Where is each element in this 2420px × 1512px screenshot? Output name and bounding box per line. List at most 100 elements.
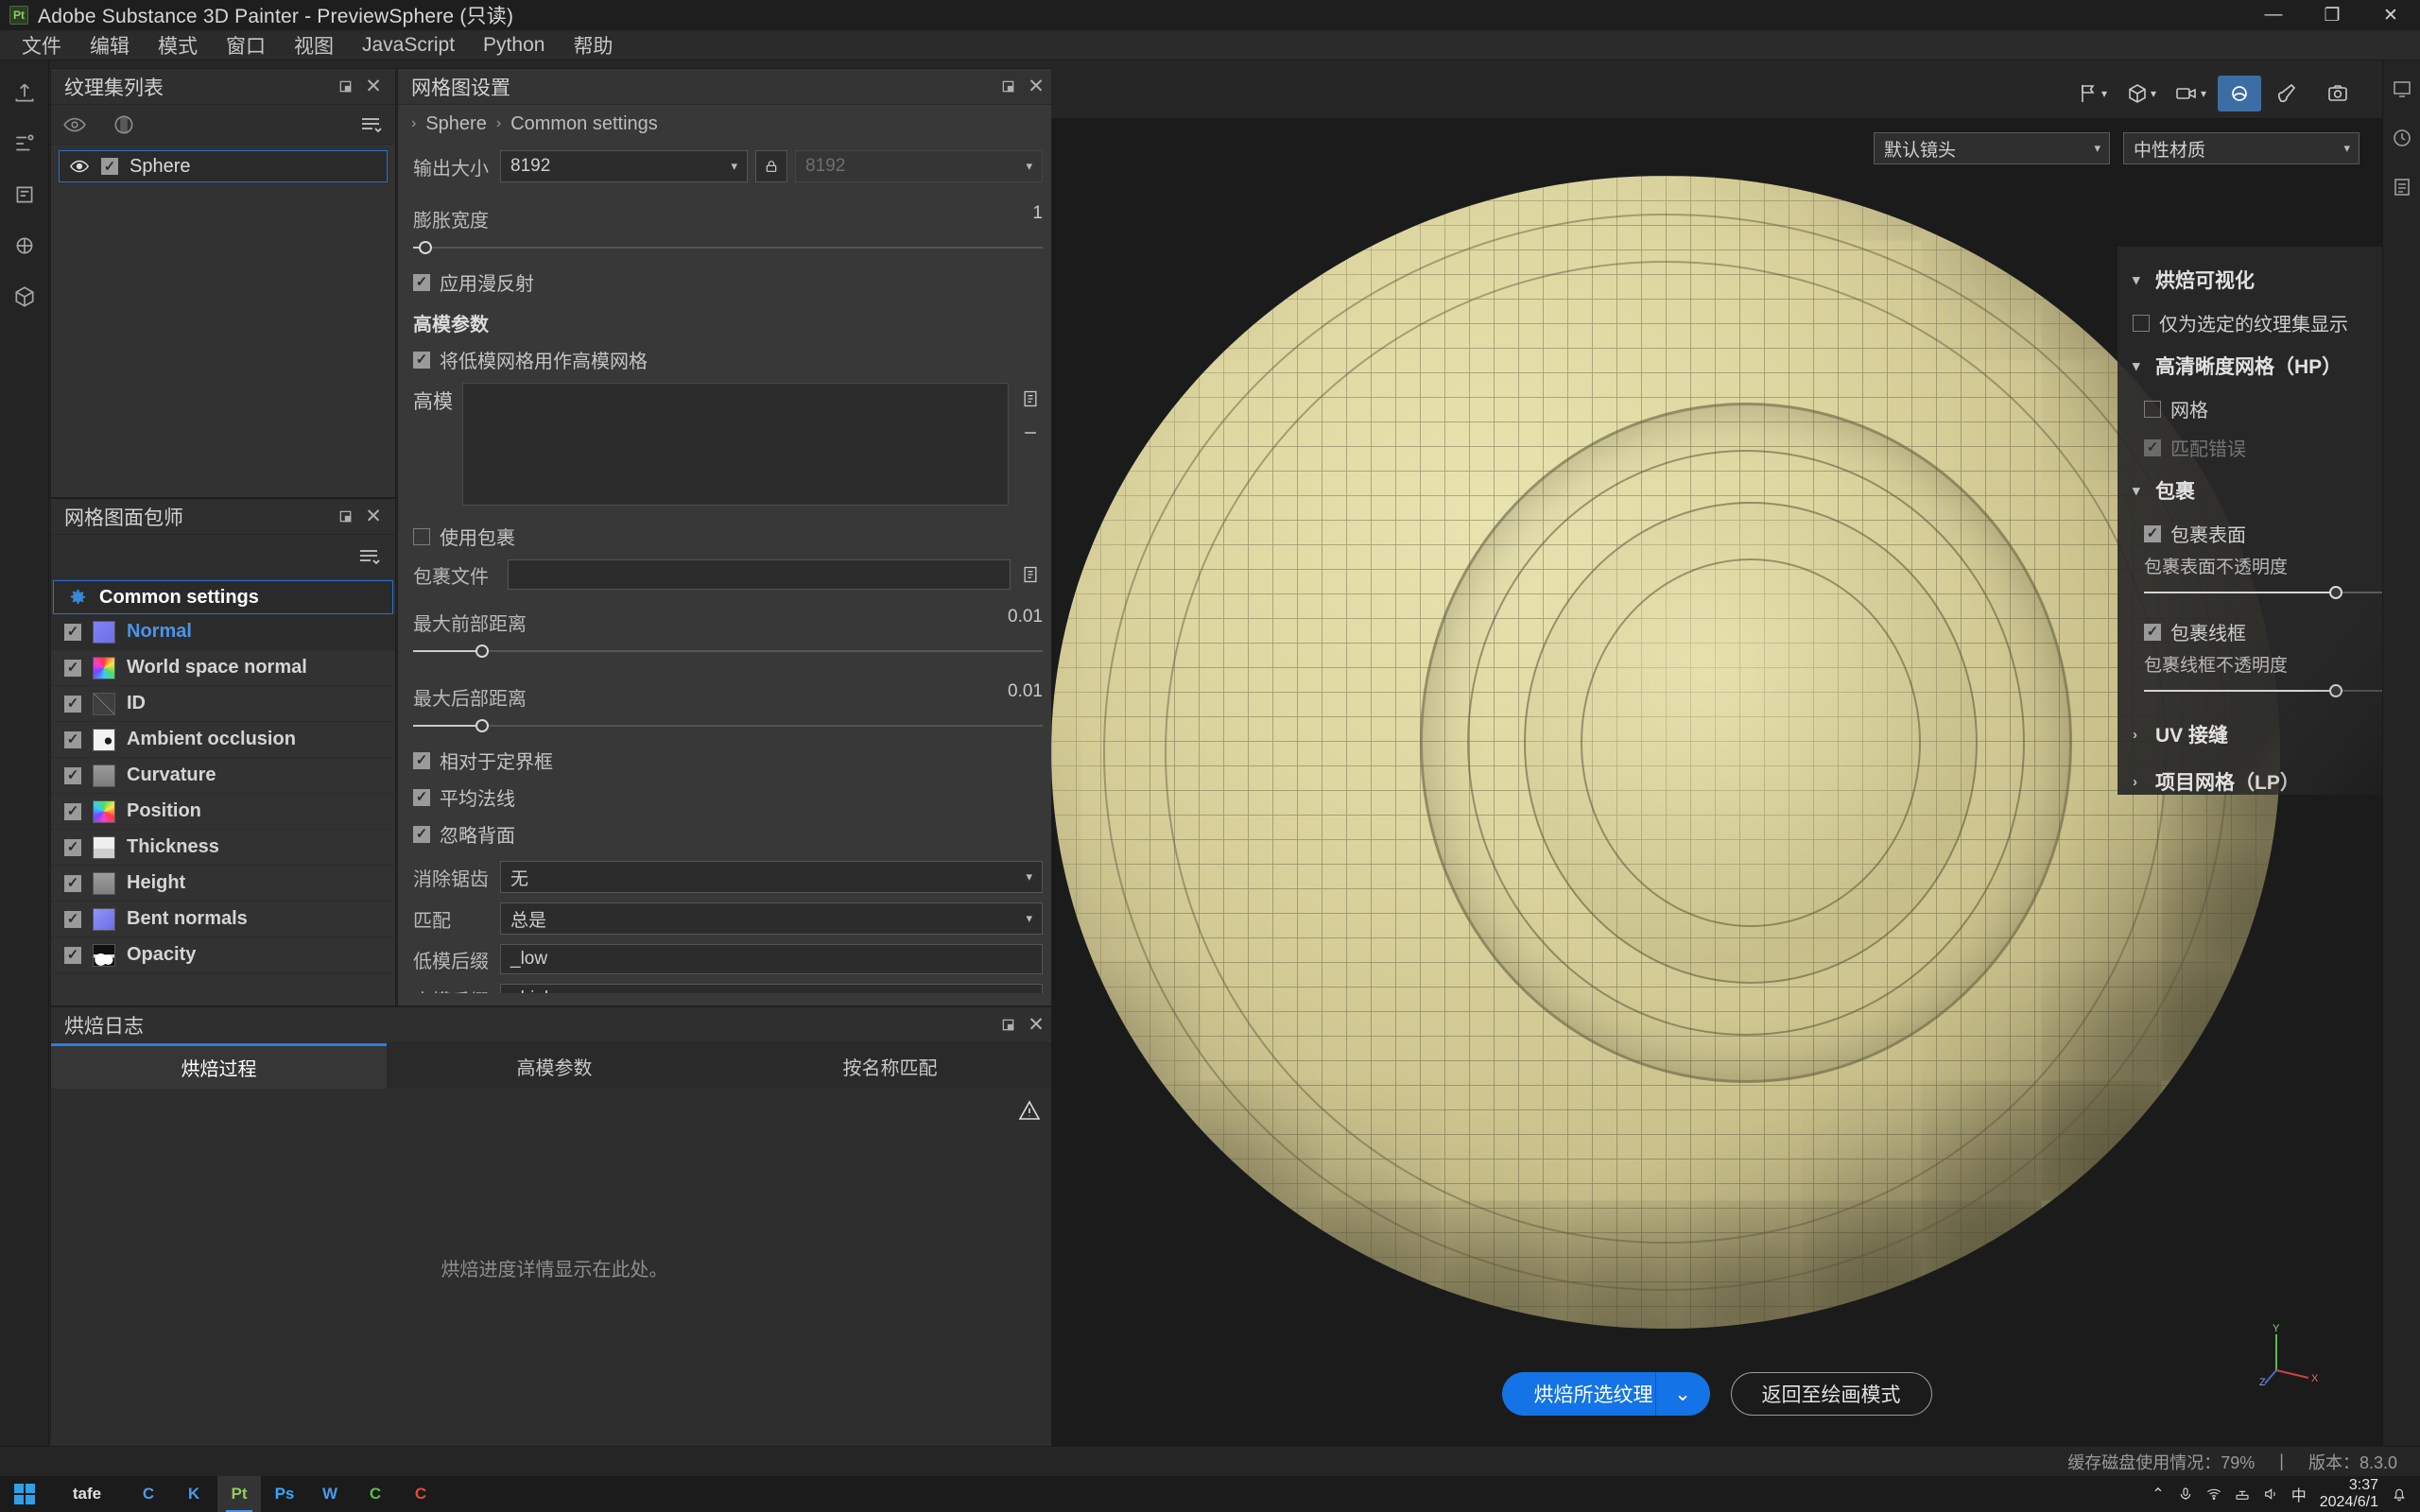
slider-knob[interactable] <box>2329 586 2342 599</box>
mesh-map-settings-close-button[interactable]: ✕ <box>1022 73 1050 101</box>
match-select[interactable]: 总是 ▾ <box>500 902 1043 935</box>
texture-set-list-close-button[interactable]: ✕ <box>359 73 388 101</box>
maximize-button[interactable]: ❐ <box>2303 0 2361 30</box>
baker-item-common-settings[interactable]: Common settings <box>53 580 393 614</box>
ignore-backface-row[interactable]: 忽略背面 <box>413 820 1043 848</box>
list-options-icon[interactable] <box>357 546 382 567</box>
baker-item-checkbox[interactable] <box>64 874 81 892</box>
bake-selected-textures-button[interactable]: 烘焙所选纹理 <box>1501 1372 1676 1416</box>
use-low-as-high-row[interactable]: 将低模网格用作高模网格 <box>413 346 1043 373</box>
menu-python[interactable]: Python <box>469 30 559 60</box>
cube-icon[interactable]: ▾ <box>2119 76 2163 112</box>
cage-wireframe-row[interactable]: 包裹线框 <box>2118 612 2382 651</box>
network-icon[interactable] <box>2235 1486 2250 1502</box>
baker-item-checkbox[interactable] <box>64 802 81 820</box>
open-file-icon[interactable] <box>1018 560 1043 589</box>
baker-item-opacity[interactable]: Opacity <box>51 937 395 973</box>
texture-set-checkbox[interactable] <box>101 158 118 175</box>
baker-item-checkbox[interactable] <box>64 623 81 641</box>
only-selected-texture-set-checkbox[interactable] <box>2133 314 2150 332</box>
baker-item-checkbox[interactable] <box>64 730 81 748</box>
chevron-right-icon[interactable]: › <box>2133 774 2146 790</box>
taskbar-red-app-icon[interactable]: C <box>399 1476 442 1512</box>
chevron-right-icon[interactable]: › <box>2133 727 2146 743</box>
taskbar-tafe-icon[interactable]: tafe <box>49 1476 125 1512</box>
texture-set-item-sphere[interactable]: Sphere <box>59 150 388 182</box>
list-options-icon[interactable] <box>359 114 384 135</box>
ime-indicator[interactable]: 中 <box>2291 1483 2307 1505</box>
baker-item-world-space-normal[interactable]: World space normal <box>51 650 395 686</box>
menu-mode[interactable]: 模式 <box>144 27 212 63</box>
bake-icon[interactable] <box>2218 75 2261 112</box>
hp-mesh-row[interactable]: 网格 <box>2118 389 2382 428</box>
eye-icon[interactable] <box>69 156 90 177</box>
hp-match-error-checkbox[interactable] <box>2144 438 2161 456</box>
start-button-icon[interactable] <box>0 1476 49 1512</box>
dilation-width-slider[interactable] <box>413 236 1043 259</box>
menu-file[interactable]: 文件 <box>8 27 76 63</box>
only-selected-texture-set-row[interactable]: 仅为选定的纹理集显示 <box>2118 303 2382 342</box>
viewport-3d[interactable]: ▾ ▾ ▾ 默认镜头 ▾ 中性材质 ▾ ▾ 烘焙可视化 仅为选定的纹理集显示 ▾… <box>1051 68 2382 1446</box>
half-tone-icon[interactable] <box>112 112 136 137</box>
uv-seams-section-header[interactable]: › UV 接缝 <box>2118 711 2382 758</box>
cage-surface-opacity-slider[interactable] <box>2144 582 2382 603</box>
cage-wireframe-checkbox[interactable] <box>2144 623 2161 641</box>
close-button[interactable]: ✕ <box>2361 0 2420 30</box>
relative-to-bbox-checkbox[interactable] <box>413 751 430 769</box>
remove-file-icon[interactable] <box>1018 419 1043 447</box>
mesh-map-baker-close-button[interactable]: ✕ <box>359 503 388 531</box>
notification-icon[interactable] <box>2392 1486 2407 1502</box>
breadcrumb-sphere[interactable]: Sphere <box>425 113 487 135</box>
tab-match-by-name[interactable]: 按名称匹配 <box>722 1043 1058 1089</box>
bake-log-maximize-button[interactable] <box>994 1011 1022 1040</box>
taskbar-photoshop-icon[interactable]: Ps <box>263 1476 306 1512</box>
material-select[interactable]: 中性材质 ▾ <box>2123 132 2360 164</box>
ignore-backface-checkbox[interactable] <box>413 825 430 843</box>
camera-select[interactable]: 默认镜头 ▾ <box>1874 132 2110 164</box>
baker-item-ambient-occlusion[interactable]: Ambient occlusion <box>51 722 395 758</box>
output-size-lock-button[interactable] <box>755 150 787 182</box>
use-low-as-high-checkbox[interactable] <box>413 351 430 369</box>
menu-javascript[interactable]: JavaScript <box>348 30 469 60</box>
taskbar-clock[interactable]: 3:37 2024/6/1 <box>2320 1477 2378 1512</box>
tab-high-poly-params[interactable]: 高模参数 <box>387 1043 722 1089</box>
cage-surface-row[interactable]: 包裹表面 <box>2118 514 2382 553</box>
slider-knob[interactable] <box>475 644 490 658</box>
menu-window[interactable]: 窗口 <box>212 27 280 63</box>
baker-item-checkbox[interactable] <box>64 910 81 928</box>
mic-icon[interactable] <box>2178 1486 2193 1502</box>
photo-icon[interactable] <box>2316 76 2360 112</box>
history-icon[interactable] <box>2387 123 2417 153</box>
menu-help[interactable]: 帮助 <box>559 27 627 63</box>
slider-knob[interactable] <box>2329 684 2342 697</box>
taskbar-chrome-icon[interactable]: C <box>127 1476 170 1512</box>
average-normals-checkbox[interactable] <box>413 788 430 806</box>
high-definition-mesh-section-header[interactable]: ▾ 高清晰度网格（HP） <box>2118 342 2382 389</box>
return-to-paint-mode-button[interactable]: 返回至绘画模式 <box>1730 1372 1932 1416</box>
baker-item-checkbox[interactable] <box>64 946 81 964</box>
taskbar-word-icon[interactable]: W <box>308 1476 352 1512</box>
assets-cube-icon[interactable] <box>9 282 40 312</box>
apply-diffusion-checkbox[interactable] <box>413 273 430 291</box>
baker-item-id[interactable]: ID <box>51 686 395 722</box>
chevron-down-icon[interactable]: ▾ <box>2151 87 2156 100</box>
mesh-map-settings-maximize-button[interactable] <box>994 73 1022 101</box>
flag-icon[interactable]: ▾ <box>2070 76 2114 112</box>
notes-icon[interactable] <box>2387 172 2417 202</box>
minimize-button[interactable]: — <box>2244 0 2303 30</box>
baker-item-checkbox[interactable] <box>64 695 81 713</box>
cage-section-header[interactable]: ▾ 包裹 <box>2118 467 2382 514</box>
apply-diffusion-row[interactable]: 应用漫反射 <box>413 268 1043 296</box>
high-poly-drop-area[interactable] <box>462 383 1009 506</box>
baker-item-checkbox[interactable] <box>64 659 81 677</box>
bake-visualization-section-header[interactable]: ▾ 烘焙可视化 <box>2118 256 2382 303</box>
baker-item-checkbox[interactable] <box>64 766 81 784</box>
chevron-down-icon[interactable]: ▾ <box>2201 87 2206 100</box>
slider-knob[interactable] <box>419 241 433 254</box>
hp-mesh-checkbox[interactable] <box>2144 400 2161 418</box>
cage-file-input[interactable] <box>508 559 1011 590</box>
baker-item-thickness[interactable]: Thickness <box>51 830 395 866</box>
open-file-icon[interactable] <box>1018 385 1043 413</box>
chevron-down-icon[interactable]: ▾ <box>2133 357 2146 374</box>
high-suffix-input[interactable]: _high <box>500 984 1043 993</box>
